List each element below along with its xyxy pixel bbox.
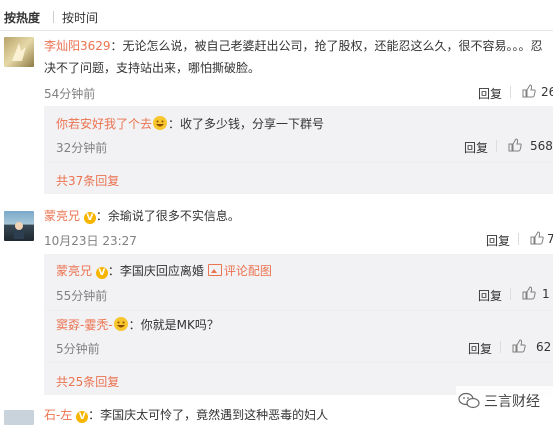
- more-replies-link[interactable]: 共25条回复: [56, 373, 119, 390]
- reply-text: ：收了多少钱，分享一下群号: [168, 117, 325, 131]
- action-divider: [500, 341, 501, 353]
- comment-body: 李灿阳3629：无论怎么说，被自己老婆赶出公司，抢了股权，还能忍这么久，很不容易…: [44, 35, 543, 57]
- comment-text-cont: 决不了问题，支持站出来，哪怕撕破脸。: [44, 61, 261, 75]
- comment-author[interactable]: 李灿阳3629: [44, 39, 111, 53]
- more-replies-link[interactable]: 共37条回复: [56, 172, 119, 189]
- reply-box: 蒙亮兄 V ：李国庆回应离婚 评论配图 55分钟前 回复 1 窦孬-霎秃- ：你就是M…: [44, 254, 553, 395]
- comment-body: 蒙亮兄 V ：余瑜说了很多不实信息。: [44, 205, 240, 227]
- comment-time: 54分钟前: [44, 87, 96, 101]
- like-count: 568: [530, 139, 553, 153]
- reply-time: 5分钟前: [56, 342, 100, 356]
- reply-button[interactable]: 回复: [478, 85, 502, 102]
- like-icon[interactable]: [530, 231, 544, 248]
- like-icon[interactable]: [508, 138, 522, 155]
- reply-author[interactable]: 窦孬-霎秃-: [56, 318, 113, 332]
- action-divider: [510, 288, 511, 300]
- comment-image-link[interactable]: 评论配图: [224, 264, 272, 278]
- avatar-image: [14, 222, 24, 239]
- like-icon[interactable]: [522, 286, 536, 303]
- reply-author[interactable]: 你若安好我了个去: [56, 117, 152, 131]
- sub-reply-body: 蒙亮兄 V ：李国庆回应离婚 评论配图: [56, 260, 272, 282]
- reply-button[interactable]: 回复: [464, 139, 488, 156]
- laugh-emoji-icon: [113, 316, 129, 332]
- like-icon[interactable]: [512, 339, 526, 356]
- comment-text: ：无论怎么说，被自己老婆赶出公司，抢了股权，还能忍这么久，很不容易。。。忍: [110, 39, 543, 53]
- reply-divider: [44, 310, 553, 311]
- action-divider: [496, 140, 497, 152]
- watermark: 三言财经: [456, 386, 553, 416]
- avatar[interactable]: [4, 410, 34, 425]
- reply-time: 55分钟前: [56, 289, 108, 303]
- reply-time: 32分钟前: [56, 141, 108, 155]
- reply-text: ：李国庆回应离婚: [107, 264, 204, 278]
- like-count: 7: [547, 232, 553, 246]
- like-count: 62: [536, 340, 552, 354]
- sort-tabs: 按热度 按时间: [0, 0, 553, 31]
- comment-text: ：李国庆太可怜了，竟然遇到这种恶毒的妇人: [88, 408, 329, 422]
- sub-reply-body: 你若安好我了个去 ：收了多少钱，分享一下群号: [56, 113, 324, 135]
- verified-badge-icon: V: [83, 212, 96, 224]
- avatar[interactable]: [4, 211, 34, 241]
- reply-button[interactable]: 回复: [478, 287, 502, 304]
- tab-time[interactable]: 按时间: [62, 9, 98, 26]
- sub-reply-body: 窦孬-霎秃- ：你就是MK吗？: [56, 314, 219, 336]
- action-divider: [518, 233, 519, 245]
- reply-text: ：你就是MK吗？: [128, 318, 219, 332]
- reply-author[interactable]: 蒙亮兄: [56, 264, 92, 278]
- like-icon[interactable]: [522, 84, 536, 101]
- like-count: 1: [542, 287, 550, 301]
- image-icon: [207, 264, 222, 276]
- laugh-emoji-icon: [152, 115, 168, 131]
- reply-button[interactable]: 回复: [468, 340, 492, 357]
- comment-text: ：余瑜说了很多不实信息。: [95, 209, 240, 223]
- comment-body: 石-左 V ：李国庆太可怜了，竟然遇到这种恶毒的妇人: [44, 404, 328, 426]
- verified-badge-icon: V: [95, 267, 108, 279]
- reply-divider: [44, 162, 553, 163]
- wechat-icon: [458, 392, 480, 409]
- tab-divider: [53, 11, 54, 23]
- verified-badge-icon: V: [76, 411, 89, 423]
- reply-button[interactable]: 回复: [486, 232, 510, 249]
- reply-box: 你若安好我了个去 ：收了多少钱，分享一下群号 32分钟前 回复 568 共37条回…: [44, 106, 553, 194]
- like-count: 26: [541, 85, 553, 99]
- watermark-text: 三言财经: [484, 394, 540, 410]
- avatar[interactable]: [4, 37, 34, 67]
- comment-time: 10月23日 23:27: [44, 234, 137, 248]
- tab-hot[interactable]: 按热度: [4, 9, 40, 26]
- comment-author[interactable]: 蒙亮兄: [44, 209, 80, 223]
- comment-author[interactable]: 石-左: [44, 408, 72, 422]
- avatar-image: [12, 43, 26, 61]
- action-divider: [510, 86, 511, 98]
- reply-divider: [44, 362, 553, 363]
